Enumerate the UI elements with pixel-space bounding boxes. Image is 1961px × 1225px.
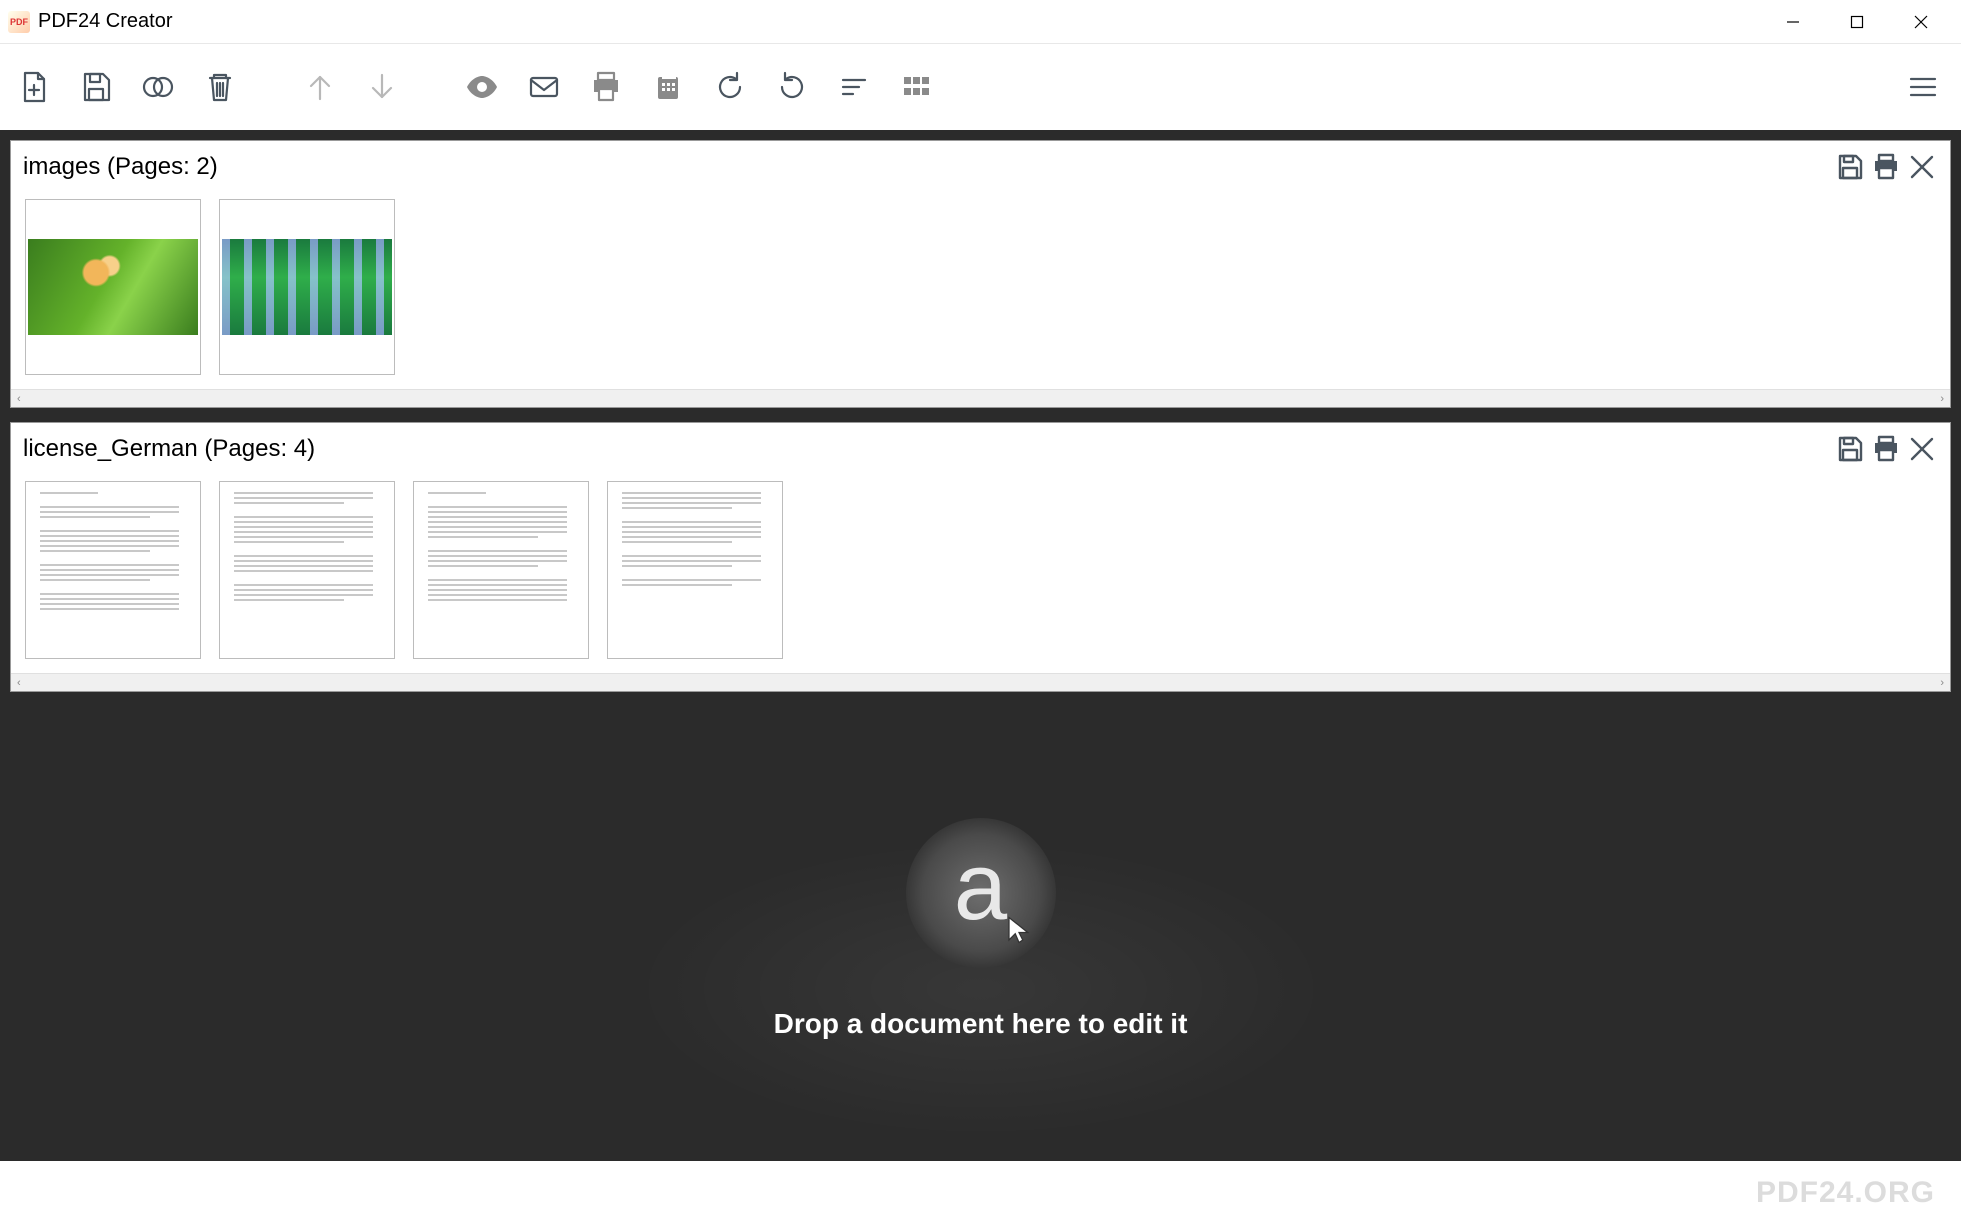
page-thumbnail[interactable] xyxy=(413,481,589,659)
move-up-button[interactable] xyxy=(298,65,342,109)
document-title: license_German (Pages: 4) xyxy=(23,435,315,463)
new-document-button[interactable] xyxy=(12,65,56,109)
document-save-button[interactable] xyxy=(1832,431,1868,467)
window-minimize-button[interactable] xyxy=(1761,0,1825,44)
toolbar xyxy=(0,44,1961,130)
menu-button[interactable] xyxy=(1901,65,1945,109)
document-print-button[interactable] xyxy=(1868,149,1904,185)
scroll-left-icon[interactable]: ‹ xyxy=(17,393,21,405)
save-button[interactable] xyxy=(74,65,118,109)
drop-icon: a xyxy=(906,818,1056,968)
rotate-ccw-button[interactable] xyxy=(708,65,752,109)
document-close-button[interactable] xyxy=(1904,149,1940,185)
move-down-button[interactable] xyxy=(360,65,404,109)
grid-view-button[interactable] xyxy=(894,65,938,109)
page-thumbnail[interactable] xyxy=(219,199,395,375)
preview-button[interactable] xyxy=(460,65,504,109)
document-title: images (Pages: 2) xyxy=(23,153,218,181)
image-preview xyxy=(28,239,198,335)
document-pages-label: (Pages: 2) xyxy=(107,153,218,180)
document-print-button[interactable] xyxy=(1868,431,1904,467)
delete-button[interactable] xyxy=(198,65,242,109)
print-button[interactable] xyxy=(584,65,628,109)
window-maximize-button[interactable] xyxy=(1825,0,1889,44)
document-panel[interactable]: license_German (Pages: 4) xyxy=(10,422,1951,692)
statusbar: PDF24.ORG xyxy=(0,1161,1961,1225)
scroll-right-icon[interactable]: › xyxy=(1940,677,1944,689)
document-pages-label: (Pages: 4) xyxy=(204,435,315,462)
document-panel[interactable]: images (Pages: 2) ‹ › xyxy=(10,140,1951,408)
brand-label: PDF24.ORG xyxy=(1756,1176,1935,1210)
rotate-cw-button[interactable] xyxy=(770,65,814,109)
email-button[interactable] xyxy=(522,65,566,109)
scroll-right-icon[interactable]: › xyxy=(1940,393,1944,405)
document-close-button[interactable] xyxy=(1904,431,1940,467)
scroll-left-icon[interactable]: ‹ xyxy=(17,677,21,689)
document-save-button[interactable] xyxy=(1832,149,1868,185)
workspace: images (Pages: 2) ‹ › xyxy=(0,130,1961,1161)
document-thumbnails xyxy=(11,471,1950,673)
drop-zone-text: Drop a document here to edit it xyxy=(774,1008,1188,1040)
document-scrollbar[interactable]: ‹ › xyxy=(11,389,1950,407)
document-name: license_German xyxy=(23,435,198,462)
merge-button[interactable] xyxy=(136,65,180,109)
drop-glyph-icon: a xyxy=(954,839,1007,935)
document-header: license_German (Pages: 4) xyxy=(11,423,1950,471)
page-thumbnail[interactable] xyxy=(219,481,395,659)
document-name: images xyxy=(23,153,100,180)
app-icon: PDF xyxy=(8,11,30,33)
sort-button[interactable] xyxy=(832,65,876,109)
page-thumbnail[interactable] xyxy=(25,199,201,375)
window-close-button[interactable] xyxy=(1889,0,1953,44)
document-scrollbar[interactable]: ‹ › xyxy=(11,673,1950,691)
page-thumbnail[interactable] xyxy=(607,481,783,659)
image-preview xyxy=(222,239,392,335)
document-thumbnails xyxy=(11,189,1950,389)
titlebar: PDF PDF24 Creator xyxy=(0,0,1961,44)
fax-button[interactable] xyxy=(646,65,690,109)
page-thumbnail[interactable] xyxy=(25,481,201,659)
document-header: images (Pages: 2) xyxy=(11,141,1950,189)
window-title: PDF24 Creator xyxy=(38,10,173,33)
drop-zone[interactable]: a Drop a document here to edit it xyxy=(10,706,1951,1151)
cursor-icon xyxy=(1006,915,1032,950)
